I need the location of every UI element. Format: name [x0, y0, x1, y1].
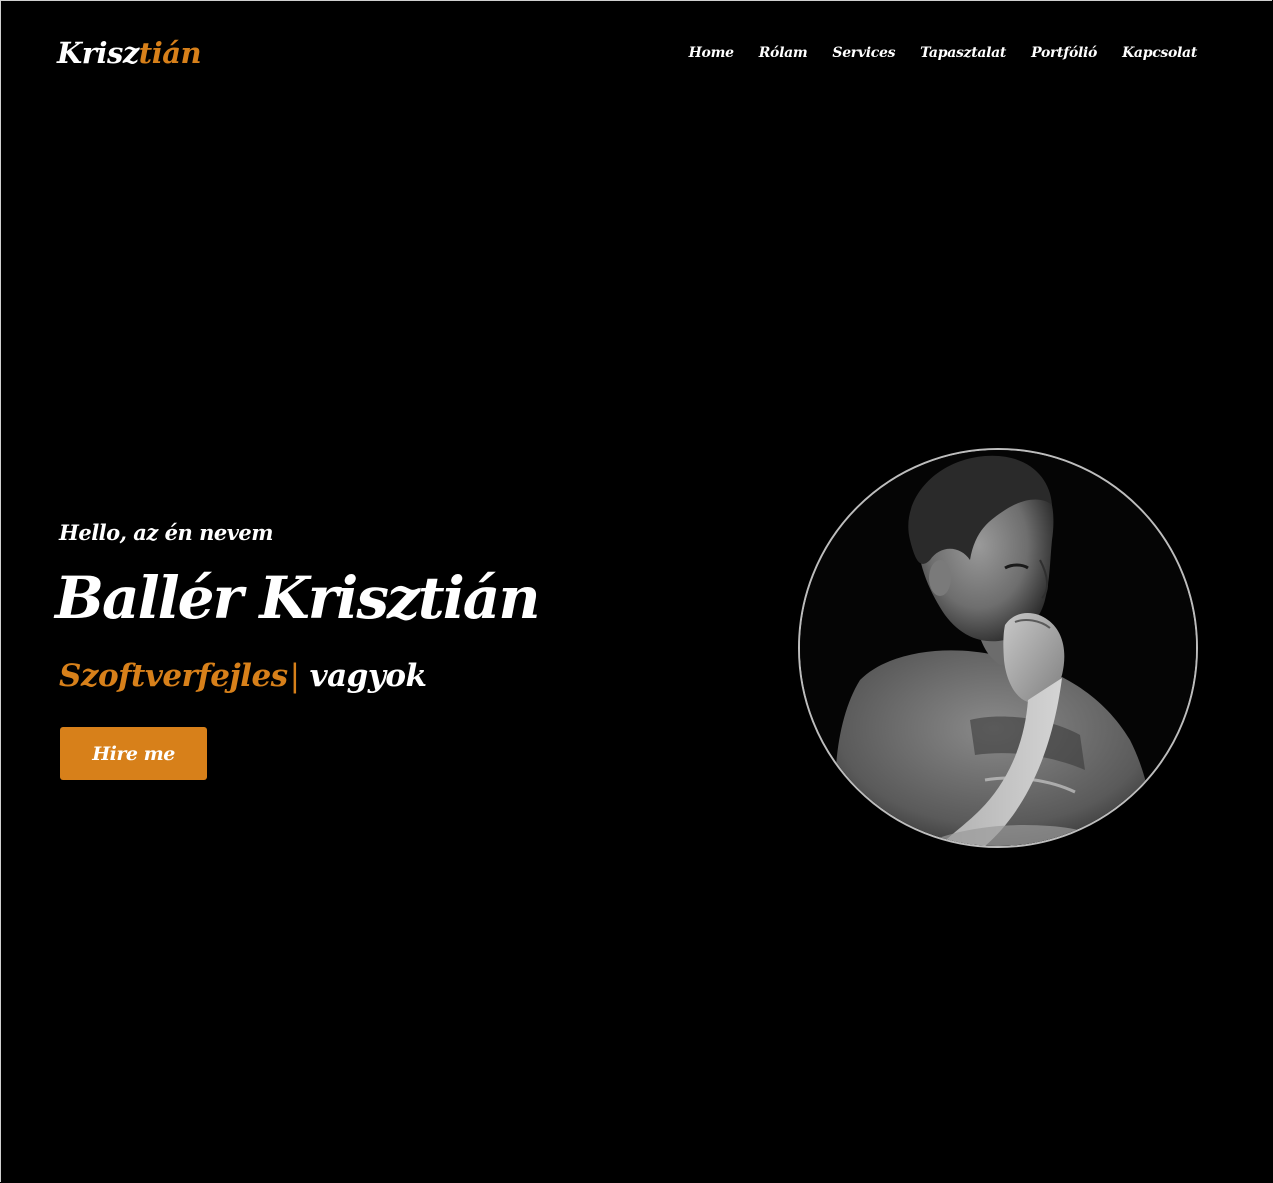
- profile-photo: [798, 448, 1198, 848]
- logo-part-1: Krisz: [57, 36, 139, 70]
- nav-portfolio[interactable]: Portfólió: [1031, 43, 1097, 63]
- typing-cursor: |: [289, 658, 300, 694]
- role-suffix: vagyok: [309, 658, 427, 694]
- typed-role-text: Szoftverfejles: [59, 658, 288, 694]
- hero-role-line: Szoftverfejles| vagyok: [59, 655, 427, 697]
- profile-photo-illustration: [800, 450, 1196, 846]
- logo-part-2: tián: [138, 36, 202, 70]
- site-logo[interactable]: Krisztián: [57, 34, 202, 72]
- nav-services[interactable]: Services: [832, 43, 895, 63]
- hero-name: Ballér Krisztián: [55, 564, 540, 632]
- hero-greeting: Hello, az én nevem: [59, 520, 273, 545]
- nav-kapcsolat[interactable]: Kapcsolat: [1122, 43, 1197, 63]
- nav-rolam[interactable]: Rólam: [759, 43, 808, 63]
- main-nav: Home Rólam Services Tapasztalat Portfóli…: [664, 43, 1198, 63]
- hire-me-button[interactable]: Hire me: [60, 727, 207, 780]
- nav-home[interactable]: Home: [689, 43, 734, 63]
- nav-tapasztalat[interactable]: Tapasztalat: [920, 43, 1006, 63]
